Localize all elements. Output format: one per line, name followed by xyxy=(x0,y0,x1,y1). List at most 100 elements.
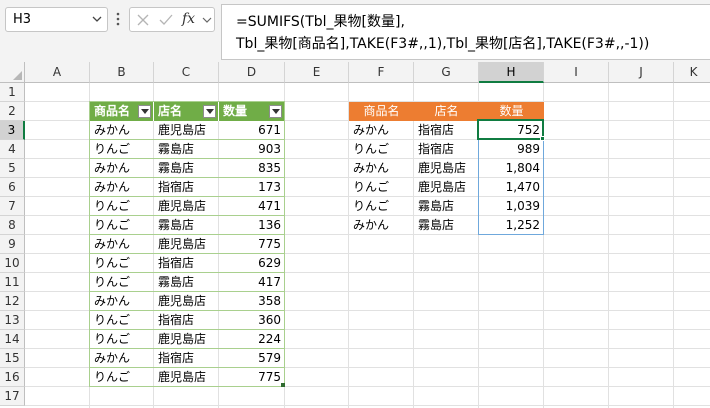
table1-cell[interactable]: 鹿児島店 xyxy=(154,197,219,216)
table1-cell[interactable]: 136 xyxy=(219,216,285,235)
column-header-k[interactable]: K xyxy=(674,62,710,83)
result-cell[interactable]: みかん xyxy=(349,216,414,235)
result-cell[interactable]: りんご xyxy=(349,140,414,159)
result-cell[interactable]: りんご xyxy=(349,178,414,197)
column-header-h[interactable]: H xyxy=(479,62,544,83)
table1-cell[interactable]: 579 xyxy=(219,349,285,368)
filter-dropdown-button[interactable] xyxy=(269,105,282,118)
column-header-d[interactable]: D xyxy=(219,62,285,83)
table1-cell[interactable]: 417 xyxy=(219,273,285,292)
result-cell[interactable]: みかん xyxy=(349,121,414,140)
more-options-icon[interactable] xyxy=(116,11,120,27)
table1-cell[interactable]: 173 xyxy=(219,178,285,197)
table1-cell[interactable]: 775 xyxy=(219,235,285,254)
select-all-button[interactable] xyxy=(0,62,25,83)
table1-cell[interactable]: みかん xyxy=(90,178,154,197)
table1-cell[interactable]: 358 xyxy=(219,292,285,311)
row-header-1[interactable]: 1 xyxy=(0,83,25,102)
row-header-17[interactable]: 17 xyxy=(0,387,25,406)
table1-cell[interactable]: 835 xyxy=(219,159,285,178)
result-header-cell[interactable]: 店名 xyxy=(414,102,479,121)
table1-cell[interactable]: 鹿児島店 xyxy=(154,292,219,311)
chevron-down-icon[interactable] xyxy=(92,14,102,24)
formula-input[interactable]: =SUMIFS(Tbl_果物[数量], Tbl_果物[商品名],TAKE(F3#… xyxy=(221,4,710,60)
table1-header-cell[interactable]: 商品名 xyxy=(90,102,154,121)
table1-cell[interactable]: りんご xyxy=(90,330,154,349)
filter-dropdown-button[interactable] xyxy=(203,105,216,118)
row-header-13[interactable]: 13 xyxy=(0,311,25,330)
row-header-15[interactable]: 15 xyxy=(0,349,25,368)
row-header-5[interactable]: 5 xyxy=(0,159,25,178)
row-header-14[interactable]: 14 xyxy=(0,330,25,349)
column-header-g[interactable]: G xyxy=(414,62,479,83)
result-cell[interactable]: 1,804 xyxy=(479,159,544,178)
column-header-e[interactable]: E xyxy=(285,62,349,83)
table1-cell[interactable]: 霧島店 xyxy=(154,159,219,178)
row-header-2[interactable]: 2 xyxy=(0,102,25,121)
table1-cell[interactable]: 224 xyxy=(219,330,285,349)
result-cell[interactable]: 1,039 xyxy=(479,197,544,216)
row-header-7[interactable]: 7 xyxy=(0,197,25,216)
table1-cell[interactable]: りんご xyxy=(90,140,154,159)
table1-cell[interactable]: 671 xyxy=(219,121,285,140)
chevron-down-icon[interactable] xyxy=(202,15,212,25)
result-cell[interactable]: りんご xyxy=(349,197,414,216)
table1-cell[interactable]: りんご xyxy=(90,273,154,292)
result-cell[interactable]: 752 xyxy=(479,121,544,140)
spreadsheet-grid[interactable]: ABCDEFGHIJK 1 2 3 4 5 6 7 8 9 10 11 12 13 14 15 16 17 商品… xyxy=(0,62,710,408)
table1-cell[interactable]: みかん xyxy=(90,349,154,368)
result-cell[interactable]: 指宿店 xyxy=(414,140,479,159)
table1-cell[interactable]: みかん xyxy=(90,159,154,178)
table1-cell[interactable]: 指宿店 xyxy=(154,178,219,197)
row-header-3[interactable]: 3 xyxy=(0,121,25,140)
table1-cell[interactable]: みかん xyxy=(90,292,154,311)
table1-cell[interactable]: りんご xyxy=(90,254,154,273)
table1-header-cell[interactable]: 店名 xyxy=(154,102,219,121)
filter-dropdown-button[interactable] xyxy=(138,105,151,118)
column-header-b[interactable]: B xyxy=(90,62,154,83)
table1-cell[interactable]: りんご xyxy=(90,197,154,216)
insert-function-button[interactable]: fx xyxy=(182,11,195,27)
table1-cell[interactable]: 鹿児島店 xyxy=(154,121,219,140)
table1-cell[interactable]: 指宿店 xyxy=(154,254,219,273)
result-cell[interactable]: 1,470 xyxy=(479,178,544,197)
table1-cell[interactable]: りんご xyxy=(90,311,154,330)
table1-cell[interactable]: 鹿児島店 xyxy=(154,368,219,387)
row-header-9[interactable]: 9 xyxy=(0,235,25,254)
table1-cell[interactable]: 指宿店 xyxy=(154,311,219,330)
result-cell[interactable]: 霧島店 xyxy=(414,216,479,235)
table1-cell[interactable]: 鹿児島店 xyxy=(154,235,219,254)
row-header-8[interactable]: 8 xyxy=(0,216,25,235)
table1-cell[interactable]: 霧島店 xyxy=(154,140,219,159)
table1-cell[interactable]: 903 xyxy=(219,140,285,159)
fill-handle[interactable] xyxy=(540,136,545,141)
table1-cell[interactable]: 霧島店 xyxy=(154,216,219,235)
result-header-cell[interactable]: 商品名 xyxy=(349,102,414,121)
column-header-c[interactable]: C xyxy=(154,62,219,83)
result-header-cell[interactable]: 数量 xyxy=(479,102,544,121)
result-cell[interactable]: 1,252 xyxy=(479,216,544,235)
table1-cell[interactable]: 指宿店 xyxy=(154,349,219,368)
row-header-16[interactable]: 16 xyxy=(0,368,25,387)
result-cell[interactable]: 鹿児島店 xyxy=(414,159,479,178)
table1-cell[interactable]: みかん xyxy=(90,235,154,254)
table1-header-cell[interactable]: 数量 xyxy=(219,102,285,121)
table1-cell[interactable]: みかん xyxy=(90,121,154,140)
row-header-6[interactable]: 6 xyxy=(0,178,25,197)
column-header-j[interactable]: J xyxy=(609,62,674,83)
cancel-icon[interactable] xyxy=(135,13,151,27)
result-cell[interactable]: 989 xyxy=(479,140,544,159)
table1-cell[interactable]: 霧島店 xyxy=(154,273,219,292)
column-header-a[interactable]: A xyxy=(25,62,90,83)
result-cell[interactable]: 指宿店 xyxy=(414,121,479,140)
table1-cell[interactable]: 629 xyxy=(219,254,285,273)
table1-cell[interactable]: 471 xyxy=(219,197,285,216)
result-cell[interactable]: みかん xyxy=(349,159,414,178)
confirm-icon[interactable] xyxy=(158,13,174,27)
row-header-10[interactable]: 10 xyxy=(0,254,25,273)
table1-cell[interactable]: りんご xyxy=(90,216,154,235)
table1-cell[interactable]: りんご xyxy=(90,368,154,387)
table1-cell[interactable]: 775 xyxy=(219,368,285,387)
table-resize-handle[interactable] xyxy=(281,383,285,387)
row-header-12[interactable]: 12 xyxy=(0,292,25,311)
